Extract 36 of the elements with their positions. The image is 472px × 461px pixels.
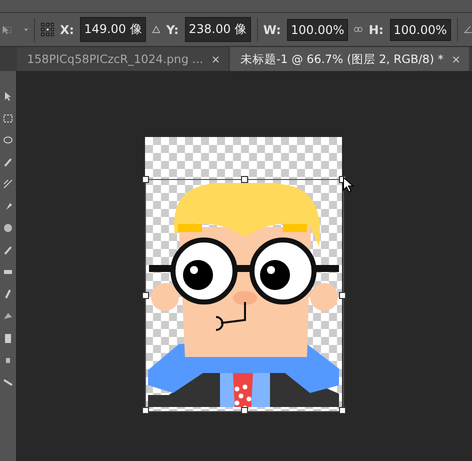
close-button[interactable]: × — [211, 52, 220, 66]
transform-handle[interactable] — [339, 292, 346, 298]
input-field[interactable]: 100.00% — [286, 18, 348, 40]
close-button[interactable]: × — [451, 52, 461, 66]
triangle-icon[interactable] — [152, 24, 160, 35]
tool-icon[interactable] — [3, 113, 13, 124]
angle-icon[interactable] — [464, 24, 472, 35]
field-label: H: — [368, 22, 384, 36]
tool-icon[interactable] — [3, 289, 13, 300]
tool-icon[interactable] — [3, 377, 13, 388]
input-field[interactable]: 100.00% — [390, 18, 451, 40]
field-label: X: — [60, 22, 74, 36]
input-field[interactable]: 238.00 像 — [184, 17, 251, 42]
tool-icon[interactable] — [3, 333, 13, 344]
tool-icon[interactable] — [3, 157, 13, 168]
document-tab[interactable]: 未标题-1 @ 66.7% (图层 2, RGB/8) * × — [230, 47, 469, 71]
field-label: Y: — [166, 22, 179, 36]
tool-icon[interactable] — [3, 223, 13, 234]
document-tab[interactable]: 158PICq58PICzcR_1024.png ... × — [17, 47, 228, 71]
input-field[interactable]: 149.00 像 — [80, 17, 146, 42]
tool-icon[interactable] — [3, 179, 13, 190]
tool-icon[interactable] — [3, 135, 13, 146]
tool-icon[interactable] — [3, 245, 13, 256]
tool-icon[interactable] — [3, 355, 13, 366]
tool-icon[interactable] — [3, 91, 13, 102]
tool-icon[interactable] — [3, 201, 13, 212]
caret-icon[interactable] — [24, 28, 28, 32]
tool-icon[interactable] — [3, 311, 13, 322]
link-icon[interactable] — [354, 26, 363, 33]
transform-handle[interactable] — [142, 176, 149, 183]
field-label: W: — [263, 22, 281, 36]
transform-handle[interactable] — [142, 407, 149, 414]
transform-handle[interactable] — [240, 407, 248, 414]
transform-handle[interactable] — [339, 407, 346, 414]
reference-point-icon[interactable] — [40, 20, 54, 39]
transform-handle[interactable] — [142, 292, 149, 298]
